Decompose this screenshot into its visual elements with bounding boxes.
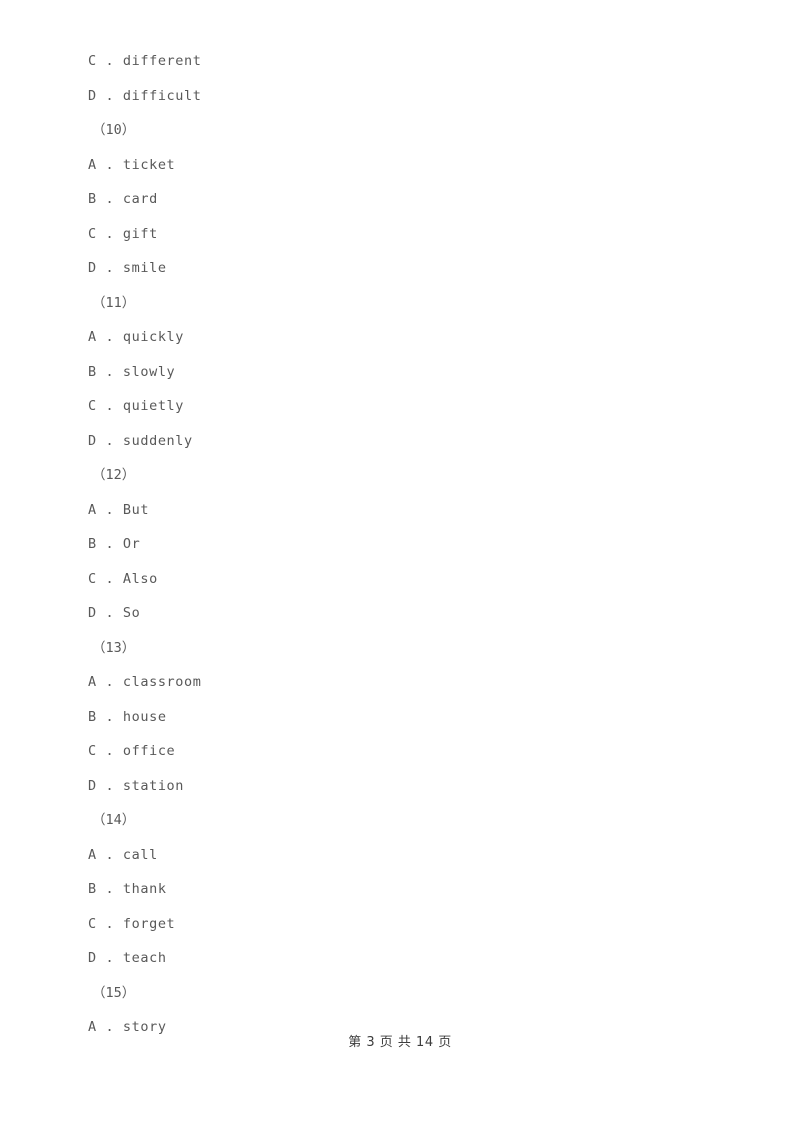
question-number: （14） — [92, 812, 136, 828]
answer-option: D . difficult — [88, 87, 202, 104]
answer-option: D . teach — [88, 950, 167, 966]
answer-option: C . office — [88, 743, 176, 759]
answer-option: B . house — [88, 708, 167, 725]
answer-options-list: C . different D . difficult （10） A . ticket… — [88, 44, 708, 1045]
answer-option: A . classroom — [88, 674, 202, 690]
answer-option: B . slowly — [88, 363, 176, 380]
answer-option: D . smile — [88, 260, 167, 276]
answer-option: B . thank — [88, 881, 167, 897]
question-number: （10） — [92, 122, 136, 138]
answer-option: A . quickly — [88, 329, 185, 345]
answer-option: B . Or — [88, 536, 141, 552]
question-number: （15） — [92, 984, 136, 1001]
answer-option: C . different — [88, 53, 202, 69]
answer-option: C . quietly — [88, 398, 185, 414]
answer-option: C . forget — [88, 915, 176, 932]
answer-option: A . But — [88, 501, 150, 518]
answer-option: B . card — [88, 191, 158, 207]
question-number: （12） — [92, 467, 136, 483]
answer-option: A . call — [88, 846, 158, 863]
answer-option: C . Also — [88, 570, 158, 587]
question-number: （13） — [92, 639, 136, 656]
answer-option: C . gift — [88, 225, 158, 242]
question-number: （11） — [92, 294, 136, 311]
answer-option: D . station — [88, 777, 185, 794]
page-footer: 第 3 页 共 14 页 — [348, 1035, 452, 1050]
answer-option: D . suddenly — [88, 432, 193, 449]
answer-option: A . ticket — [88, 156, 176, 173]
answer-option: D . So — [88, 605, 141, 621]
document-page: C . different D . difficult （10） A . ticket… — [0, 0, 800, 1132]
